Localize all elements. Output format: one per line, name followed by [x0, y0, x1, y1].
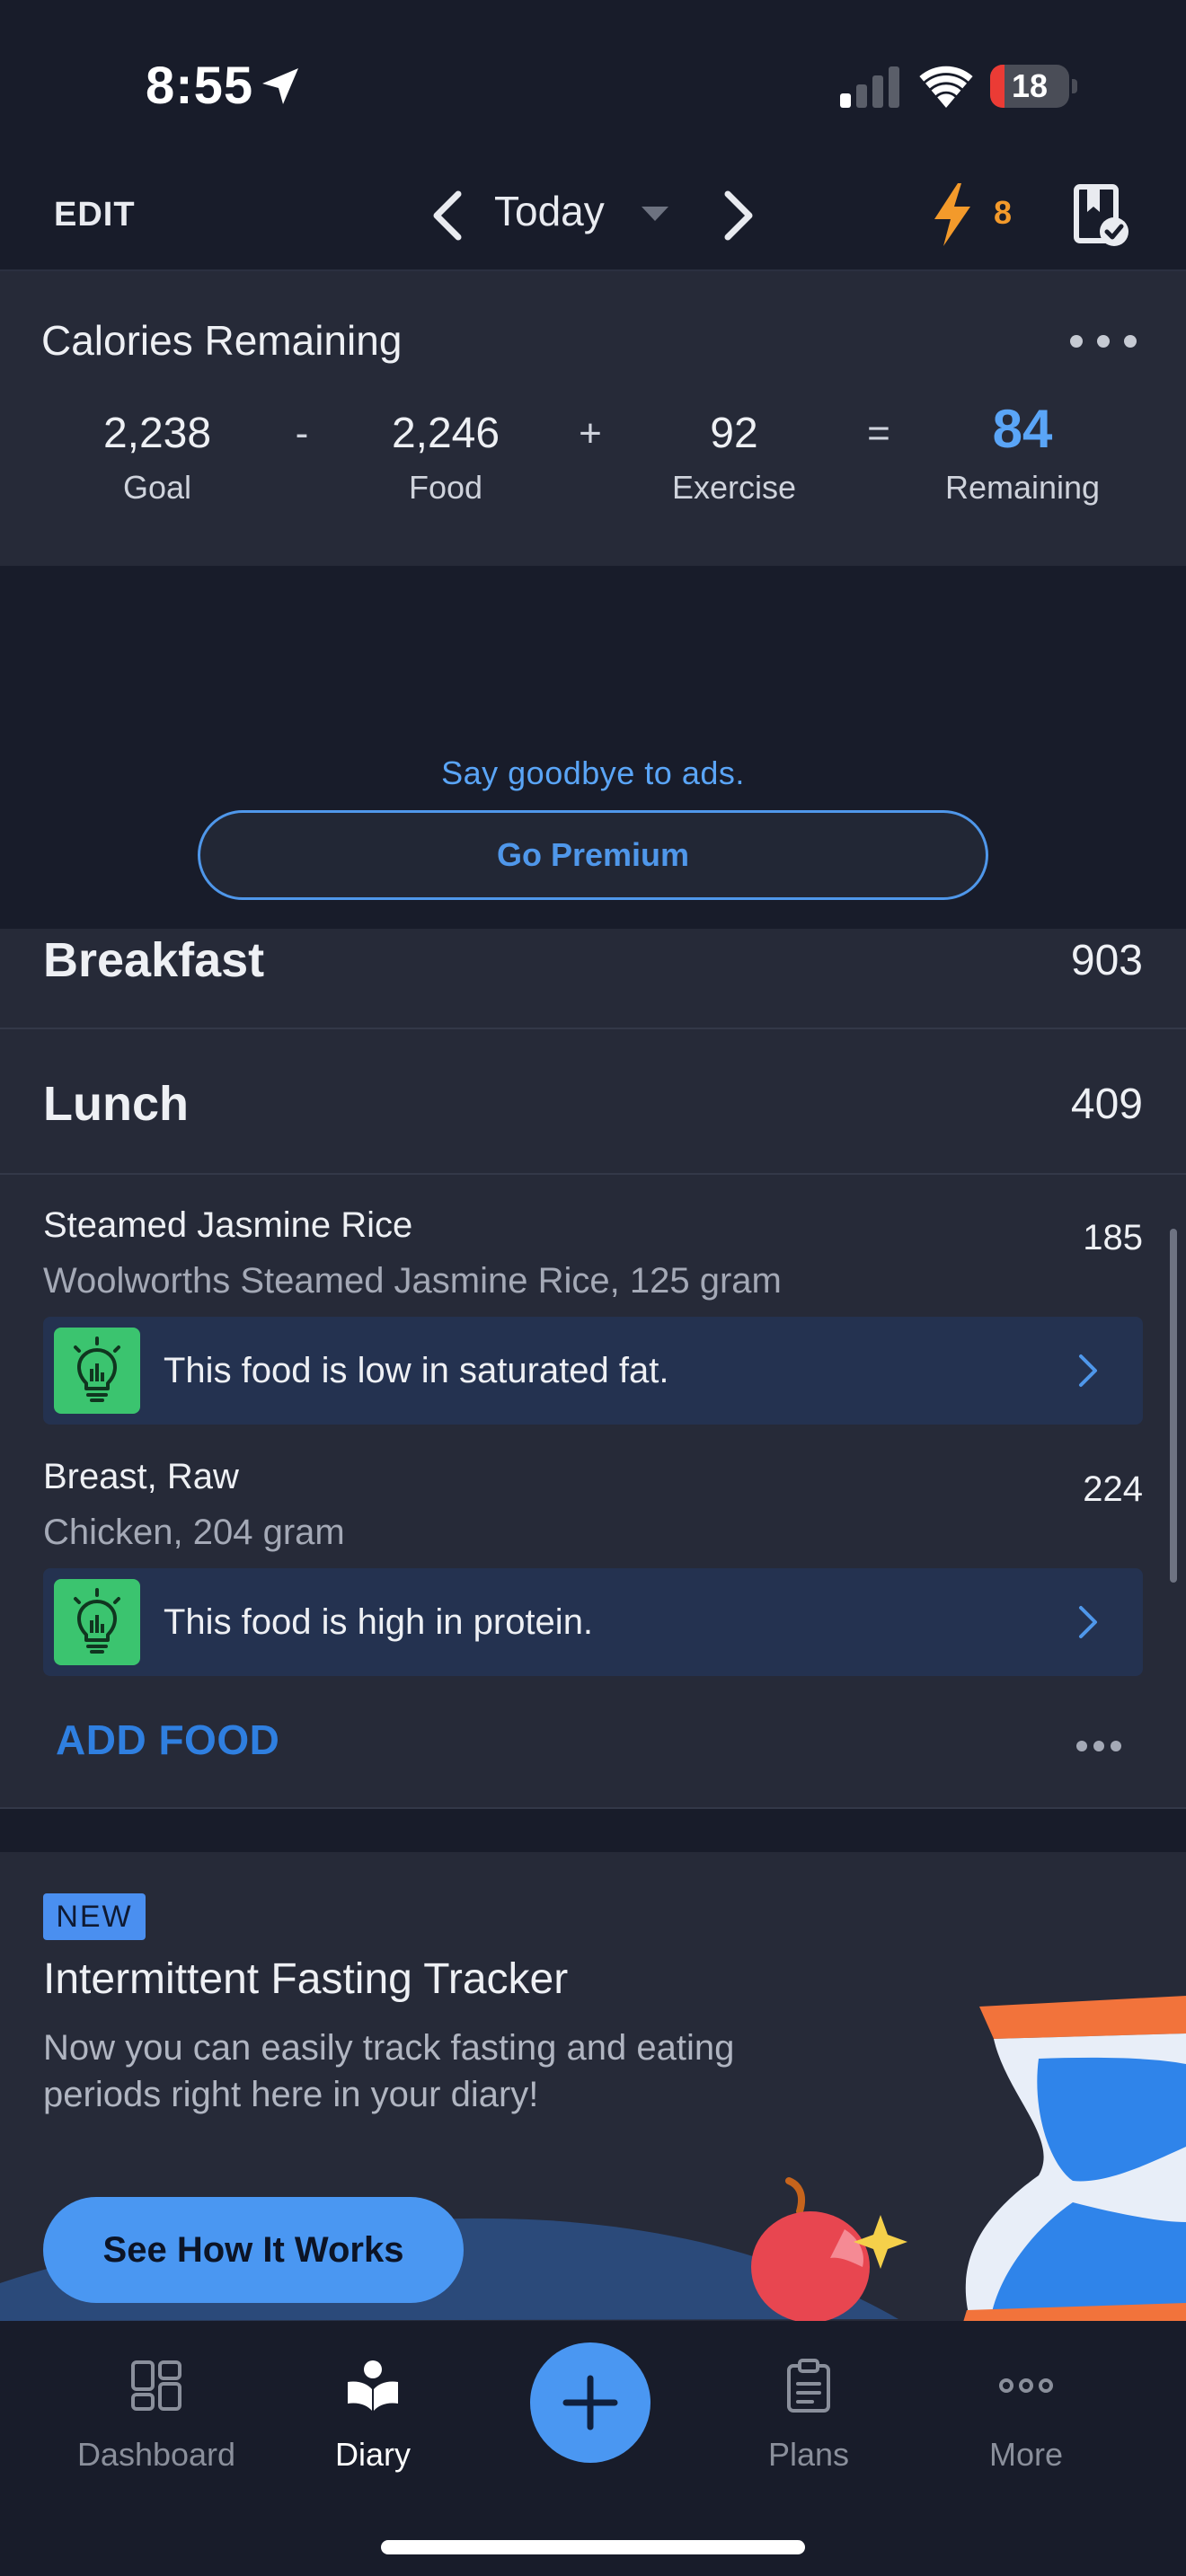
home-indicator[interactable]: [381, 2540, 805, 2554]
clipboard-icon: [787, 2359, 830, 2413]
streak-count[interactable]: 8: [994, 194, 1012, 232]
meal-name: Breakfast: [43, 933, 265, 987]
meal-lunch[interactable]: Lunch 409: [0, 1029, 1186, 1175]
fasting-promo-card[interactable]: NEW Intermittent Fasting Tracker Now you…: [0, 1852, 1186, 2321]
promo-body: Now you can easily track fasting and eat…: [43, 2028, 735, 2114]
scrollbar[interactable]: [1170, 1229, 1177, 1583]
tab-label: Dashboard: [76, 2436, 236, 2473]
diary-header: EDIT Today 8: [0, 162, 1186, 271]
hourglass-illustration: [963, 1996, 1186, 2321]
remaining-label: Remaining: [944, 469, 1101, 506]
food-calories: 224: [1083, 1469, 1143, 1509]
food-description: Chicken, 204 gram: [43, 1513, 345, 1552]
tab-diary[interactable]: Diary: [274, 2357, 472, 2492]
status-bar: 8:55 18: [0, 0, 1186, 162]
goal-label: Goal: [122, 469, 192, 506]
food-calories: 185: [1083, 1218, 1143, 1257]
diary-book-icon: [348, 2360, 398, 2411]
add-food-button[interactable]: ADD FOOD: [56, 1716, 279, 1764]
remaining-value: 84: [992, 399, 1053, 459]
food-tip[interactable]: This food is high in protein.: [43, 1568, 1143, 1676]
food-name: Breast, Raw: [43, 1457, 239, 1496]
chevron-left-icon[interactable]: [428, 189, 469, 243]
plus-operator: +: [579, 411, 602, 455]
tab-dashboard[interactable]: Dashboard: [58, 2357, 255, 2492]
plus-icon: [562, 2375, 618, 2430]
status-time: 8:55: [146, 57, 254, 115]
calories-title: Calories Remaining: [41, 317, 403, 364]
ad-banner: Say goodbye to ads. Go Premium: [0, 566, 1186, 929]
lightbulb-insight-icon: [54, 1328, 140, 1414]
exercise-label: Exercise: [671, 469, 797, 506]
battery-level: 18: [1011, 67, 1049, 104]
tab-label: More: [988, 2436, 1064, 2473]
battery-icon: 18: [990, 65, 1077, 108]
calories-remaining-card[interactable]: Calories Remaining 2,238 Goal - 2,246 Fo…: [0, 271, 1186, 566]
food-column: 2,246 Food: [347, 406, 544, 507]
add-entry-button[interactable]: [530, 2342, 651, 2463]
tab-label: Diary: [334, 2436, 411, 2473]
ad-text: Say goodbye to ads.: [441, 754, 745, 791]
food-tip[interactable]: This food is low in saturated fat.: [43, 1317, 1143, 1425]
diary-list: Breakfast 903 Lunch 409 Steamed Jasmine …: [0, 929, 1186, 1807]
caret-down-icon[interactable]: [640, 203, 670, 225]
minus-operator: -: [295, 411, 309, 455]
bottom-tab-bar: Dashboard Diary Plans More: [0, 2321, 1186, 2576]
chevron-right-icon[interactable]: [1076, 1353, 1100, 1389]
date-selector[interactable]: Today: [494, 187, 605, 235]
wifi-icon: [919, 66, 973, 108]
more-dots-icon[interactable]: [1075, 1739, 1123, 1753]
tab-label: Plans: [767, 2436, 850, 2473]
food-description: Woolworths Steamed Jasmine Rice, 125 gra…: [43, 1261, 782, 1301]
section-divider: [0, 1807, 1186, 1852]
exercise-value: 92: [710, 410, 758, 457]
chevron-right-icon[interactable]: [717, 189, 758, 243]
location-arrow-icon: [262, 68, 298, 104]
dashboard-grid-icon: [131, 2360, 181, 2411]
exercise-column: 92 Exercise: [635, 406, 833, 507]
chevron-right-icon[interactable]: [1076, 1604, 1100, 1640]
meal-breakfast[interactable]: Breakfast 903: [0, 929, 1186, 1029]
edit-button[interactable]: EDIT: [54, 196, 136, 234]
food-value: 2,246: [391, 410, 500, 457]
food-name: Steamed Jasmine Rice: [43, 1205, 413, 1245]
promo-title: Intermittent Fasting Tracker: [43, 1955, 569, 2003]
logged-bookmark-icon[interactable]: [1071, 183, 1128, 248]
see-how-it-works-button[interactable]: See How It Works: [43, 2197, 464, 2303]
goal-column: 2,238 Goal: [58, 406, 256, 507]
goal-value: 2,238: [102, 410, 212, 457]
tip-text: This food is high in protein.: [164, 1602, 594, 1642]
lightning-streak-icon[interactable]: [933, 183, 972, 246]
meal-calories: 409: [1070, 1081, 1143, 1128]
food-label: Food: [408, 469, 483, 506]
cellular-signal-icon: [840, 66, 899, 108]
meal-name: Lunch: [43, 1077, 189, 1131]
tip-text: This food is low in saturated fat.: [164, 1351, 669, 1390]
equals-operator: =: [867, 411, 890, 455]
meal-calories: 903: [1070, 937, 1143, 984]
tab-plans[interactable]: Plans: [710, 2357, 907, 2492]
lightbulb-insight-icon: [54, 1579, 140, 1665]
tab-more[interactable]: More: [927, 2357, 1125, 2492]
more-dots-icon[interactable]: [1067, 332, 1139, 350]
new-badge: NEW: [43, 1893, 146, 1940]
go-premium-button[interactable]: Go Premium: [198, 810, 988, 900]
remaining-column: 84 Remaining: [924, 399, 1121, 507]
more-dots-icon: [999, 2378, 1053, 2393]
